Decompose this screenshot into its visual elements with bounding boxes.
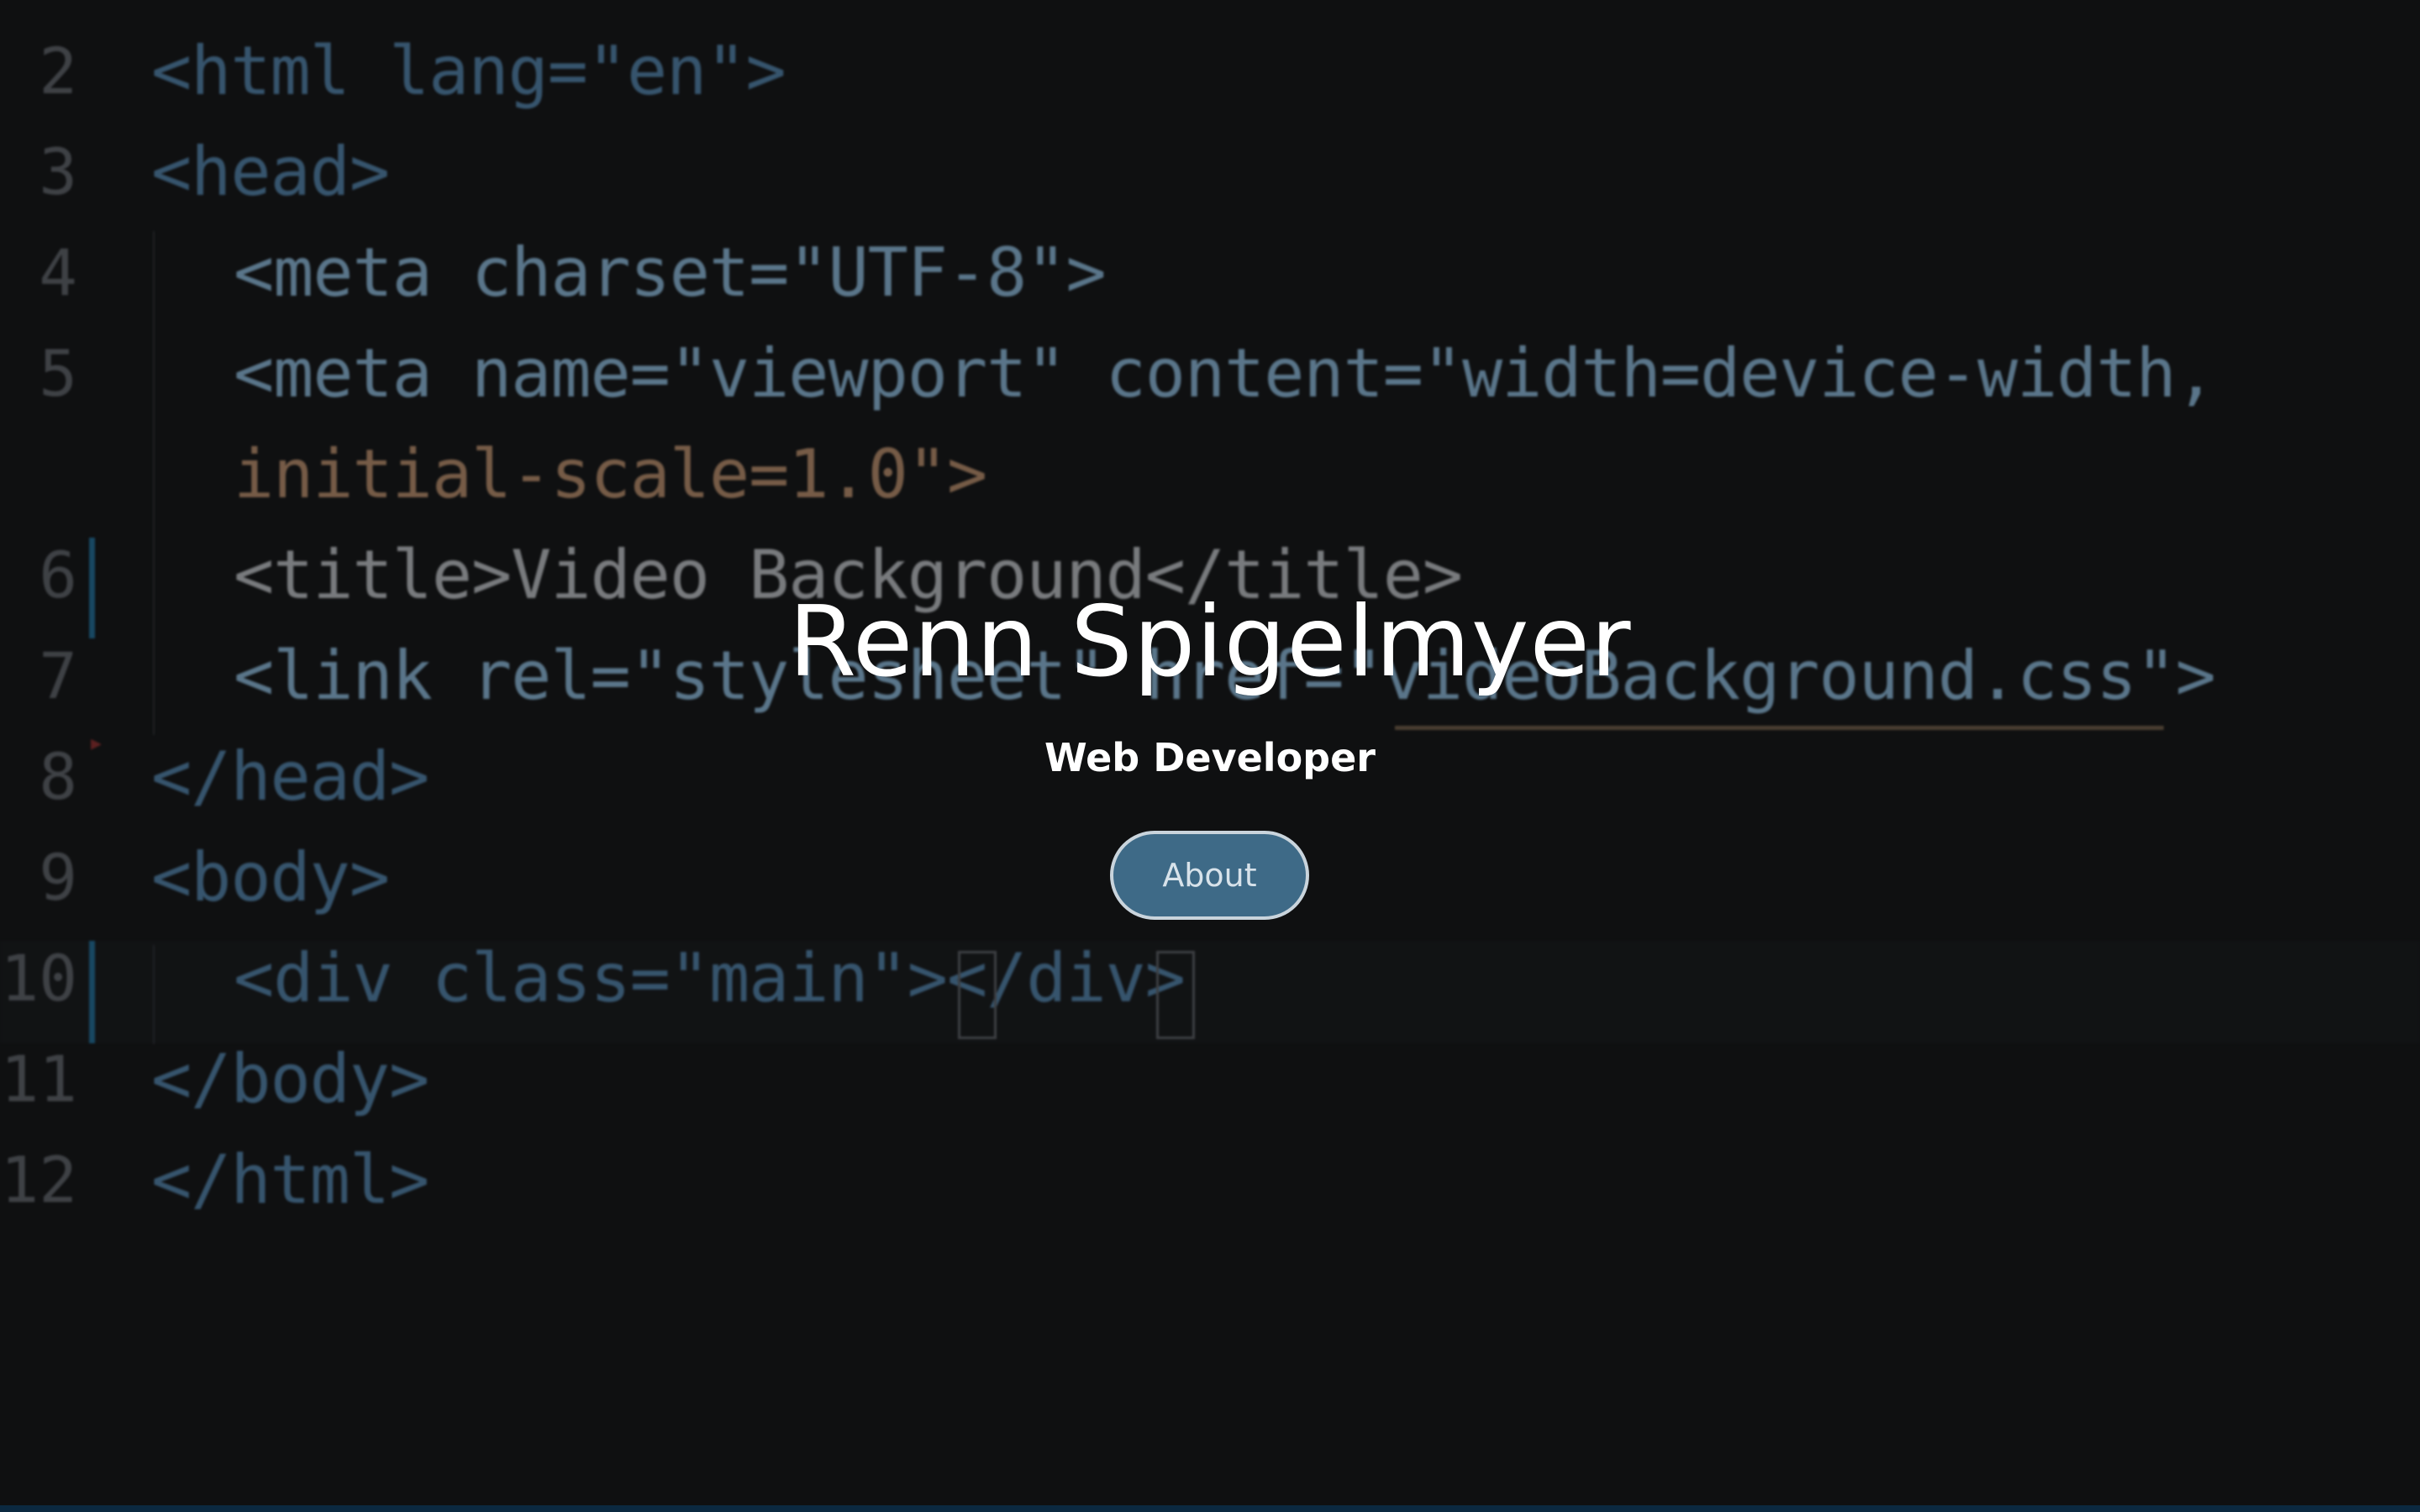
hero-role: Web Developer [1044, 735, 1376, 780]
page: ▸ 2 3 4 5 6 7 8 9 10 11 12 <html lang="e… [0, 0, 2420, 1512]
bottom-edge-strip [0, 1505, 2420, 1512]
about-button[interactable]: About [1110, 831, 1309, 920]
hero-name: Renn Spigelmyer [788, 585, 1632, 699]
hero-section: Renn Spigelmyer Web Developer About [0, 0, 2420, 1512]
